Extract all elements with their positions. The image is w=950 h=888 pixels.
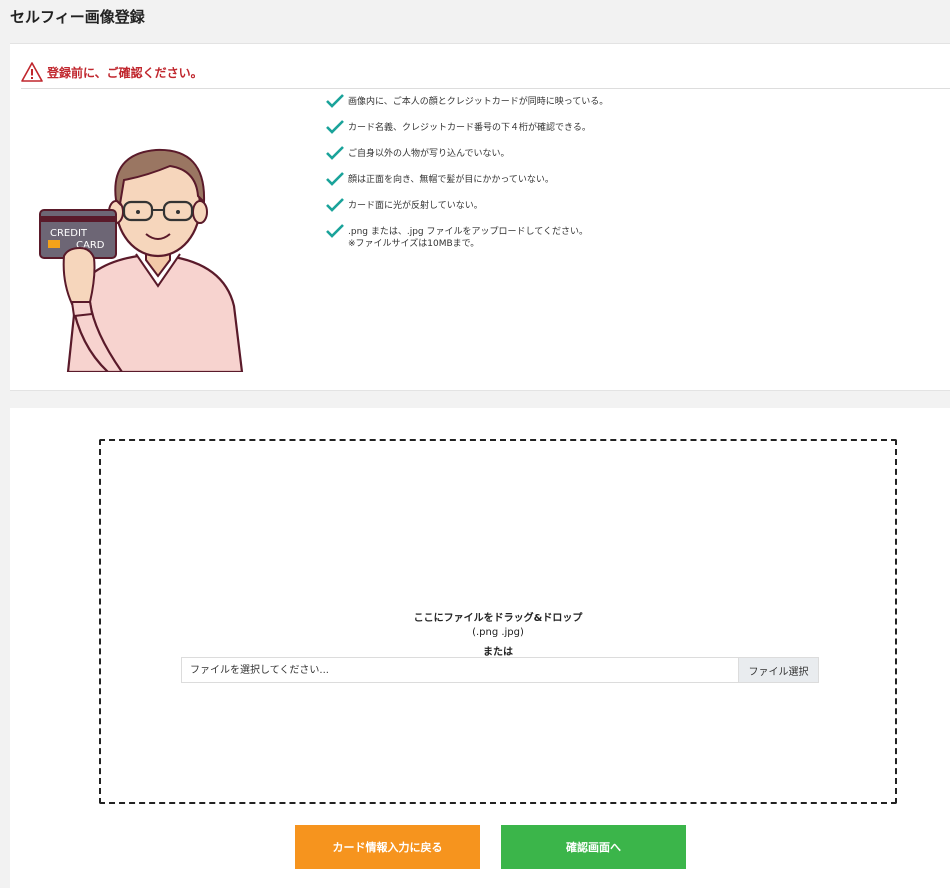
check-icon <box>326 198 344 212</box>
file-name-input[interactable] <box>182 658 738 682</box>
drop-instruction: ここにファイルをドラッグ&ドロップ <box>413 613 583 624</box>
check-text: .png または、.jpg ファイルをアップロードしてください。 <box>348 227 588 237</box>
upload-panel: ここにファイルをドラッグ&ドロップ (.png .jpg) または ファイル選択… <box>10 408 950 888</box>
file-select-button[interactable]: ファイル選択 <box>738 658 818 682</box>
list-item: ご自身以外の人物が写り込んでいない。 <box>326 146 608 174</box>
list-item: カード面に光が反射していない。 <box>326 198 608 226</box>
warning-header: 登録前に、ご確認ください。 <box>21 60 950 89</box>
list-item: 顔は正面を向き、無帽で髪が目にかかっていない。 <box>326 172 608 200</box>
man-holding-card-illustration: CREDIT CARD <box>39 148 244 372</box>
file-picker: ファイル選択 <box>181 657 819 683</box>
check-icon <box>326 94 344 108</box>
back-to-card-info-button[interactable]: カード情報入力に戻る <box>295 825 480 869</box>
list-item: カード名義、クレジットカード番号の下４桁が確認できる。 <box>326 120 608 148</box>
go-to-confirm-button[interactable]: 確認画面へ <box>501 825 686 869</box>
warning-text: 登録前に、ご確認ください。 <box>47 65 203 80</box>
check-text: ご自身以外の人物が写り込んでいない。 <box>348 149 510 159</box>
allowed-extensions: (.png .jpg) <box>472 627 524 638</box>
page-title: セルフィー画像登録 <box>10 8 145 26</box>
check-text: カード面に光が反射していない。 <box>348 201 483 211</box>
file-drop-zone[interactable]: ここにファイルをドラッグ&ドロップ (.png .jpg) または ファイル選択 <box>99 439 897 804</box>
list-item: 画像内に、ご本人の顔とクレジットカードが同時に映っている。 <box>326 94 609 122</box>
check-icon <box>326 120 344 134</box>
or-label: または <box>483 647 513 658</box>
check-text: カード名義、クレジットカード番号の下４桁が確認できる。 <box>348 123 591 133</box>
notice-panel: 登録前に、ご確認ください。 CREDIT CARD 画像内に、ご本人の顔とクレジ… <box>10 43 950 391</box>
card-text-credit: CREDIT <box>50 228 88 239</box>
list-item: .png または、.jpg ファイルをアップロードしてください。 ※ファイルサイ… <box>326 224 608 252</box>
check-icon <box>326 146 344 160</box>
check-icon <box>326 172 344 186</box>
check-text: 顔は正面を向き、無帽で髪が目にかかっていない。 <box>348 175 554 185</box>
warning-icon <box>21 62 43 82</box>
checklist: 画像内に、ご本人の顔とクレジットカードが同時に映っている。 カード名義、クレジッ… <box>326 94 609 252</box>
check-text: 画像内に、ご本人の顔とクレジットカードが同時に映っている。 <box>348 97 609 107</box>
check-icon <box>326 224 344 238</box>
file-size-note: ※ファイルサイズは10MBまで。 <box>348 239 480 249</box>
